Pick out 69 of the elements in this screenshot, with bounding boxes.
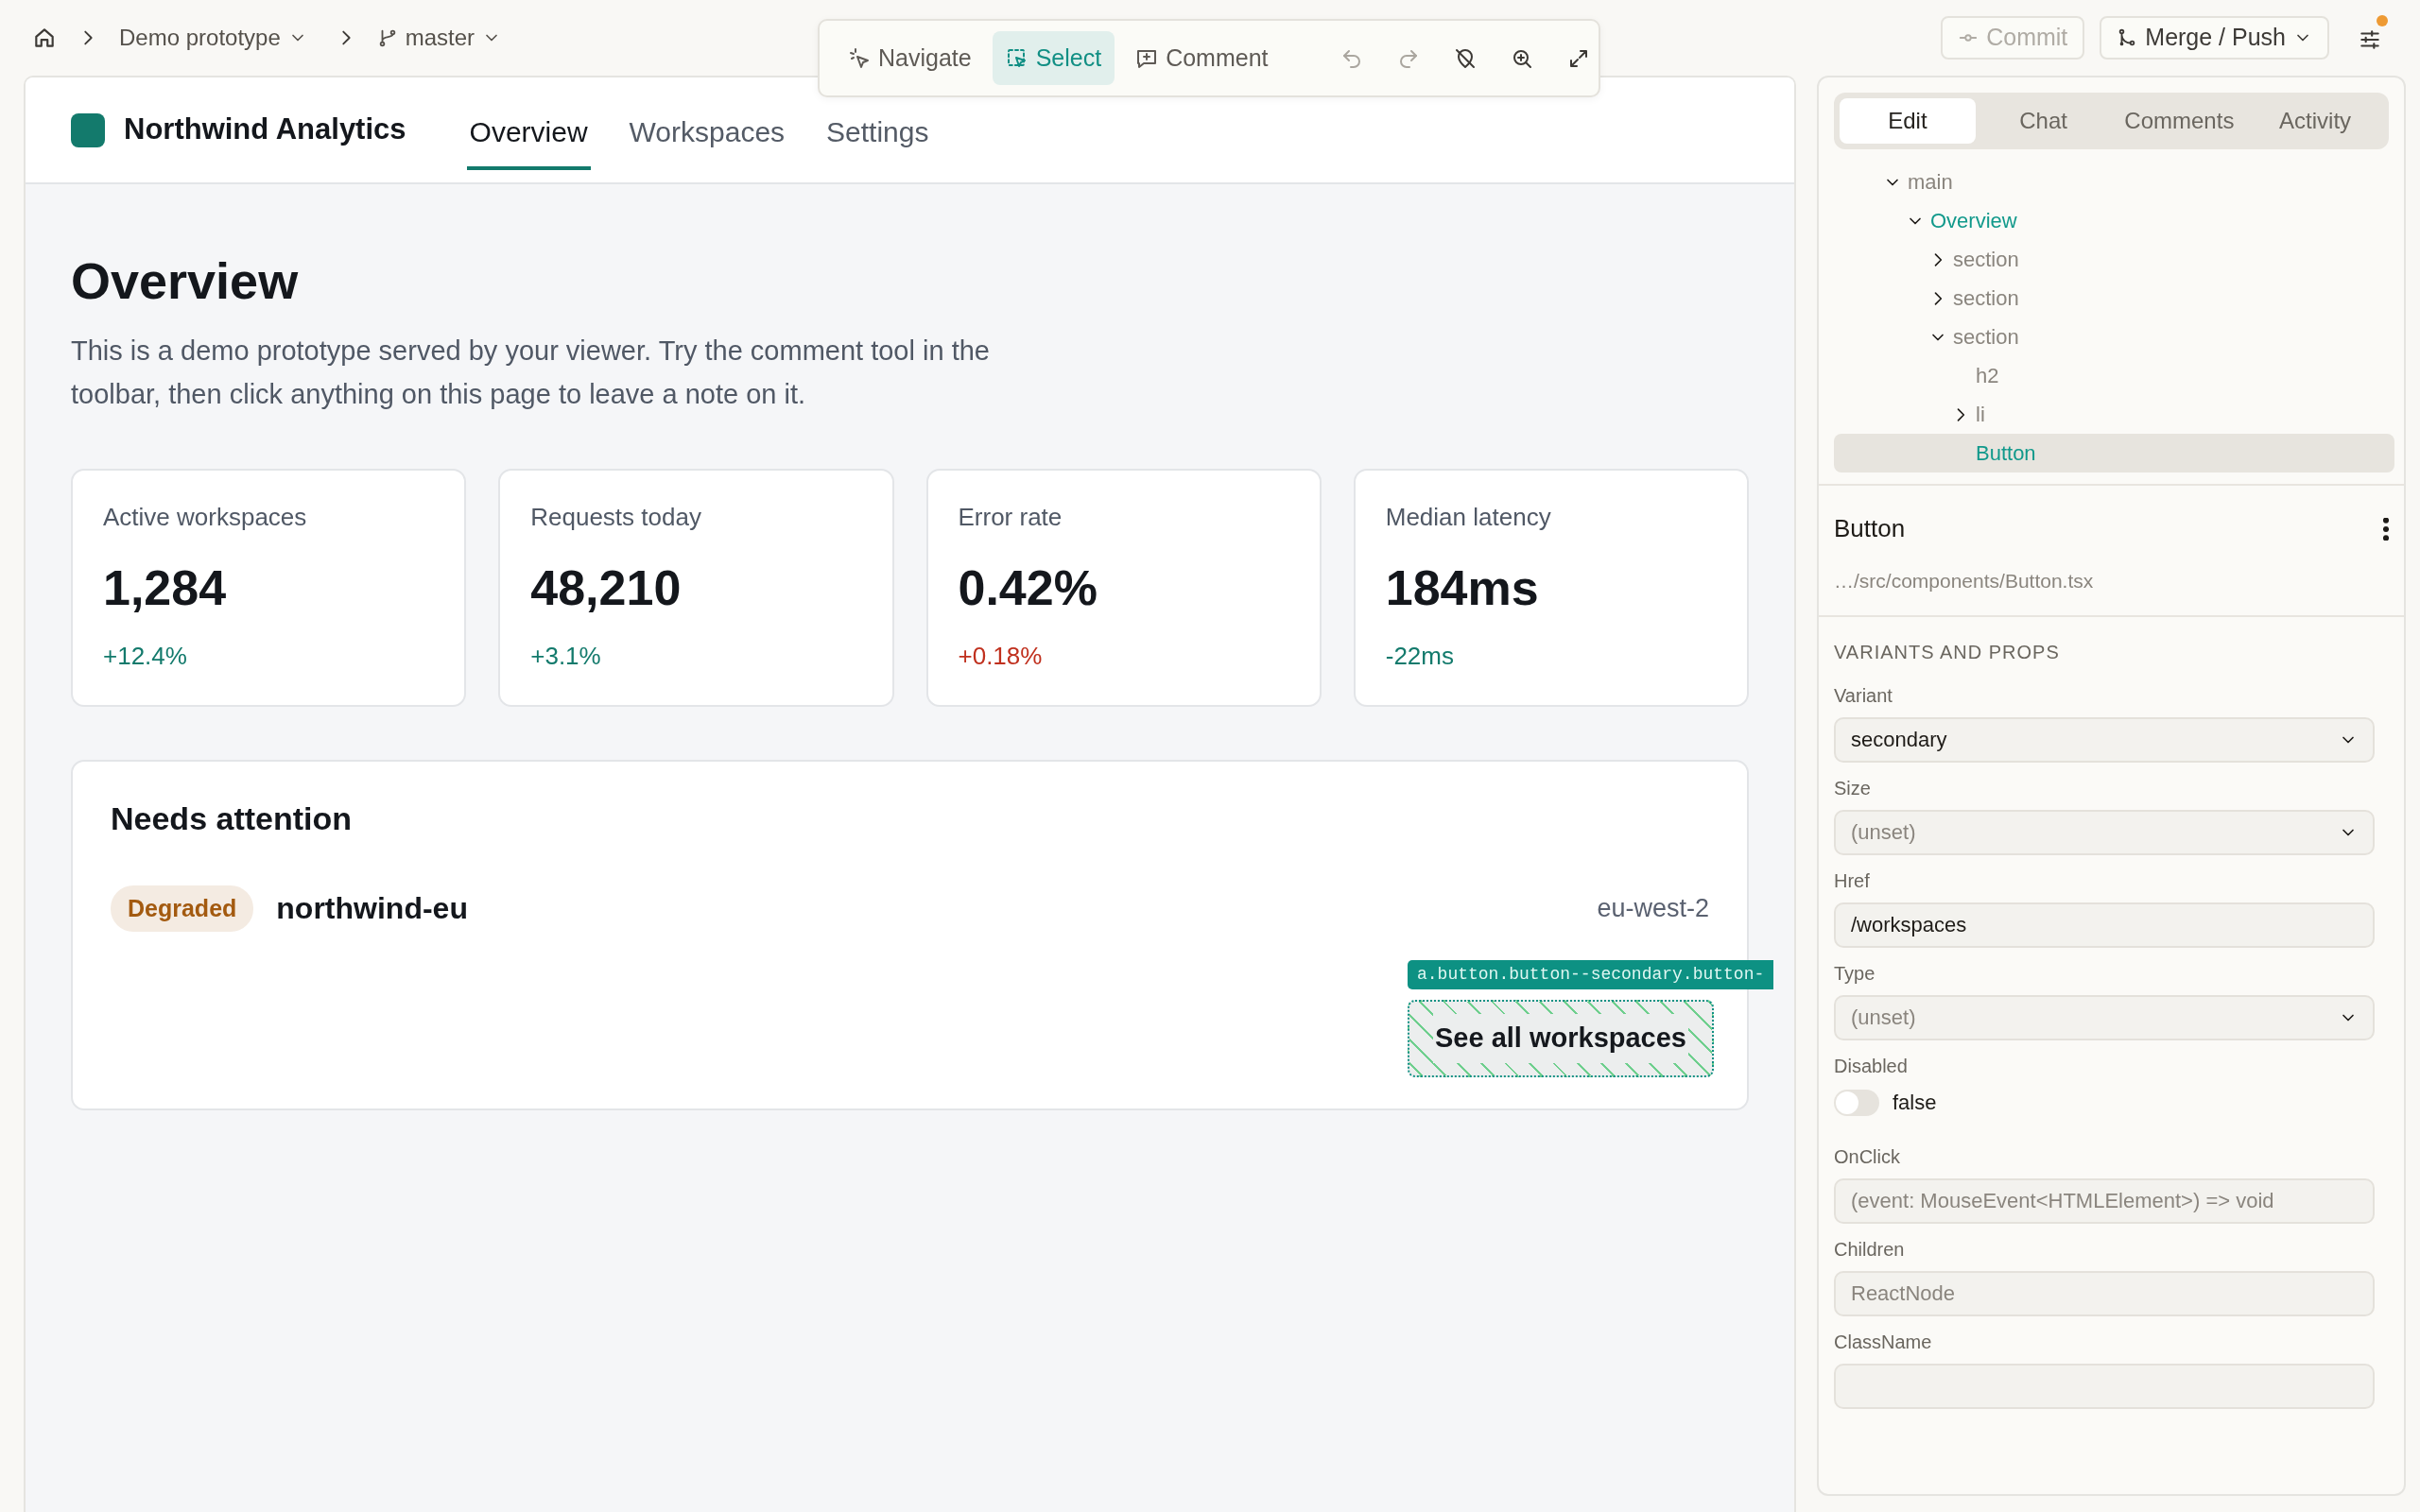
tree-item[interactable]: section	[1834, 279, 2394, 318]
home-icon[interactable]	[32, 26, 57, 50]
nav-tab[interactable]: Settings	[823, 97, 932, 170]
status-badge: Degraded	[111, 885, 254, 933]
input-field[interactable]: (event: MouseEvent<HTMLElement>) => void	[1834, 1177, 2375, 1224]
prop-label: OnClick	[1834, 1144, 1901, 1169]
region-label: eu-west-2	[1597, 893, 1709, 925]
select-field[interactable]: secondary	[1834, 716, 2375, 763]
card-title: Needs attention	[111, 799, 354, 838]
input-field[interactable]	[1834, 1363, 2375, 1409]
nav-tab[interactable]: Workspaces	[626, 97, 788, 170]
prop-label: Variant	[1834, 683, 1893, 708]
merge-push-button[interactable]: Merge / Push	[2100, 16, 2329, 60]
tree-item[interactable]: h2	[1834, 356, 2394, 395]
nav-tab[interactable]: Overview	[466, 97, 591, 170]
prop-label: Size	[1834, 776, 1872, 800]
hide-location-icon	[1453, 46, 1477, 70]
app-name: Northwind Analytics	[124, 112, 406, 148]
comment-mode-tab[interactable]: Comment	[1122, 30, 1282, 86]
workspace-name: northwind-eu	[276, 890, 468, 928]
select-mode-tab[interactable]: Select	[992, 30, 1115, 86]
tree-item[interactable]: main	[1834, 163, 2394, 201]
project-dropdown[interactable]: Demo prototype	[119, 21, 307, 55]
sparkle-cursor-icon	[848, 46, 871, 70]
stat-value: 0.42%	[958, 558, 1098, 617]
more-vertical-icon	[2383, 517, 2389, 541]
stat-label: Error rate	[958, 501, 1063, 533]
see-all-button[interactable]: See all workspaces	[1408, 999, 1714, 1077]
stat-label: Active workspaces	[103, 501, 308, 533]
tree-item[interactable]: Button	[1834, 434, 2394, 472]
tree-item[interactable]: section	[1834, 318, 2394, 356]
stat-delta: +3.1%	[530, 640, 602, 672]
more-button[interactable]	[2383, 517, 2389, 541]
stat-delta: +0.18%	[958, 640, 1044, 672]
tree-item[interactable]: li	[1834, 395, 2394, 434]
prop-label: Type	[1834, 961, 1876, 986]
selection-cursor-icon	[1005, 46, 1028, 70]
selector-label: a.button.button--secondary.button-	[1408, 959, 1774, 989]
stat-label: Median latency	[1385, 501, 1552, 533]
stat-delta: -22ms	[1385, 640, 1455, 672]
input-field[interactable]: ReactNode	[1834, 1270, 2375, 1316]
intro-paragraph: This is a demo prototype served by your viewer. Try the comment tool in the toolbar, then click anything on this page to leave a note on it.	[71, 334, 991, 411]
panel-tab[interactable]: Comments	[2111, 98, 2248, 144]
stat-value: 184ms	[1385, 558, 1540, 617]
panel-tab[interactable]: Activity	[2247, 98, 2383, 144]
select-field[interactable]: (unset)	[1834, 994, 2375, 1040]
stat-delta: +12.4%	[103, 640, 188, 672]
page-heading: Overview	[71, 251, 300, 311]
panel-tab[interactable]: Chat	[1975, 98, 2112, 144]
prop-label: Children	[1834, 1237, 1906, 1262]
section-heading: VARIANTS AND PROPS	[1834, 640, 2061, 664]
logo-icon	[71, 112, 105, 147]
stat-value: 1,284	[103, 558, 228, 617]
component-path: …/src/components/Button.tsx	[1834, 569, 2095, 593]
branch-dropdown[interactable]: master	[376, 21, 502, 55]
tree-item[interactable]: section	[1834, 240, 2394, 279]
prop-label: Disabled	[1834, 1054, 1909, 1078]
panel-tab[interactable]: Edit	[1840, 98, 1976, 144]
stat-value: 48,210	[530, 558, 683, 617]
toggle-switch[interactable]	[1834, 1089, 1879, 1116]
prop-label: ClassName	[1834, 1330, 1933, 1354]
input-field[interactable]: /workspaces	[1834, 902, 2375, 948]
tree-item[interactable]: Overview	[1834, 201, 2394, 240]
stat-label: Requests today	[530, 501, 702, 533]
toggle-value: false	[1893, 1090, 1937, 1116]
prop-label: Href	[1834, 868, 1871, 893]
select-field[interactable]: (unset)	[1834, 809, 2375, 855]
navigate-mode-tab[interactable]: Navigate	[835, 30, 985, 86]
component-name: Button	[1834, 513, 1906, 544]
